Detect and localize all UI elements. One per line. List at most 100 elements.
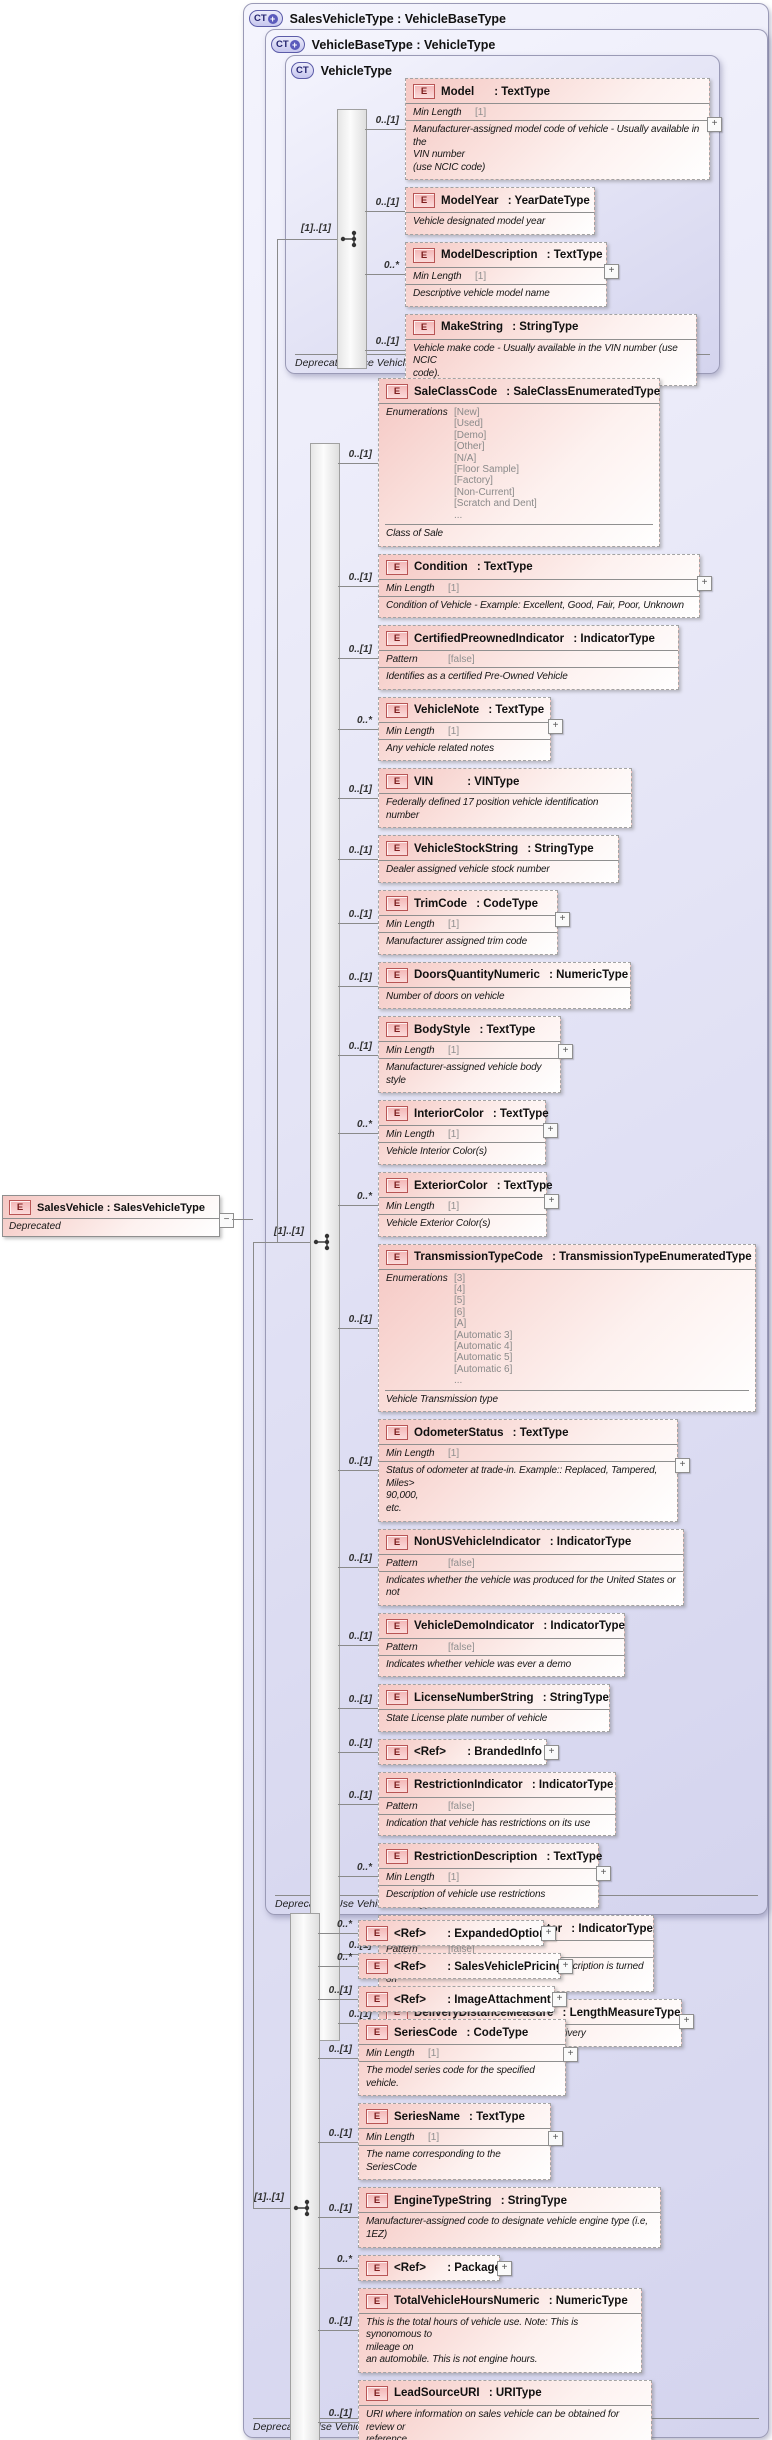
element-icon: E: [366, 2025, 388, 2040]
element-description: Indicates whether vehicle was ever a dem…: [379, 1654, 624, 1677]
element-box[interactable]: E VehicleStockString : StringType Dealer…: [378, 835, 619, 884]
element-box[interactable]: E DoorsQuantityNumeric : NumericType Num…: [378, 961, 631, 1010]
element-name: CertifiedPreownedIndicator: [414, 632, 565, 645]
expand-icon[interactable]: +: [707, 117, 722, 133]
expand-icon[interactable]: +: [675, 1458, 690, 1474]
element-box[interactable]: E LicenseNumberString : StringType State…: [378, 1684, 610, 1732]
facet-label: Min Length: [386, 1129, 435, 1141]
sequence-group-vehicle-base-type: [1]..[1] 0..[1] E SaleClassCode : SaleCl…: [274, 378, 768, 2054]
element-box[interactable]: E ModelYear : YearDateType Vehicle desig…: [405, 187, 595, 235]
expand-icon[interactable]: +: [544, 1744, 559, 1760]
expand-icon[interactable]: +: [558, 1959, 573, 1974]
element-box[interactable]: E VehicleNote : TextType Min Length [1] …: [378, 696, 563, 762]
expand-icon[interactable]: +: [544, 1194, 559, 1210]
expand-icon[interactable]: +: [596, 1865, 611, 1881]
element-box[interactable]: E VIN : VINType Federally defined 17 pos…: [378, 768, 632, 829]
element-box[interactable]: E SaleClassCode : SaleClassEnumeratedTyp…: [378, 378, 660, 547]
sequence-icon[interactable]: [339, 229, 363, 249]
element-header: E CertifiedPreownedIndicator : Indicator…: [379, 626, 678, 650]
element-box[interactable]: E Model : TextType Min Length [1] Manufa…: [405, 78, 722, 181]
element-icon: E: [413, 193, 435, 209]
element-name: DoorsQuantityNumeric: [414, 969, 540, 982]
element-header: E <Ref> : Package: [359, 2256, 501, 2280]
element-box[interactable]: E EngineTypeString : StringType Manufact…: [358, 2187, 661, 2248]
complex-type-icon: CT +: [249, 10, 283, 27]
element-box[interactable]: E NonUSVehicleIndicator : IndicatorType …: [378, 1528, 684, 1606]
element-box[interactable]: E <Ref> : SalesVehiclePricing +: [358, 1953, 573, 1979]
complex-type-header[interactable]: CT VehicleType: [286, 56, 719, 79]
expand-icon[interactable]: +: [558, 1044, 573, 1060]
element-box[interactable]: E TotalVehicleHoursNumeric : NumericType…: [358, 2287, 642, 2373]
expand-icon[interactable]: +: [563, 2046, 578, 2062]
element-box[interactable]: E VehicleDemoIndicator : IndicatorType P…: [378, 1612, 625, 1678]
element-header: E <Ref> : BrandedInfo: [379, 1740, 546, 1764]
element-box[interactable]: E RestrictionDescription : TextType Min …: [378, 1843, 611, 1909]
element-row: 0..[1] E SeriesName : TextType Min Lengt…: [318, 2103, 748, 2181]
element-box[interactable]: E Condition : TextType Min Length [1] Co…: [378, 553, 712, 619]
element-row: 0..[1] E Condition : TextType Min Length…: [338, 553, 768, 619]
cardinality-label: 0..[1]: [348, 784, 372, 796]
facet-label: Min Length: [386, 1872, 435, 1884]
collapse-icon[interactable]: −: [219, 1213, 234, 1228]
sequence-icon[interactable]: [312, 1232, 336, 1252]
cardinality-label: 0..[1]: [375, 197, 399, 209]
element-header: E VehicleNote : TextType: [379, 698, 550, 722]
derived-plus-icon: +: [267, 13, 278, 24]
element-box[interactable]: E RestrictionIndicator : IndicatorType P…: [378, 1771, 616, 1837]
element-row: 0..[1] E DoorsQuantityNumeric : NumericT…: [338, 961, 768, 1010]
element-box[interactable]: E OdometerStatus : TextType Min Length […: [378, 1419, 690, 1522]
element-name: EngineTypeString: [394, 2194, 492, 2207]
element-box[interactable]: E <Ref> : BrandedInfo +: [378, 1738, 559, 1765]
cardinality-label: 0..*: [356, 715, 372, 727]
expand-icon[interactable]: +: [543, 1122, 558, 1138]
facet-label: Min Length: [386, 919, 435, 931]
expand-icon[interactable]: +: [697, 575, 712, 591]
complex-type-header[interactable]: CT + SalesVehicleType : VehicleBaseType: [244, 4, 768, 27]
facet-row: Min Length [1]: [379, 1197, 546, 1214]
element-box[interactable]: E SeriesName : TextType Min Length [1] T…: [358, 2103, 563, 2181]
element-row: 0..[1] E RestrictionIndicator : Indicato…: [338, 1771, 768, 1837]
expand-icon[interactable]: +: [604, 264, 619, 280]
expand-icon[interactable]: +: [497, 2260, 512, 2276]
element-box[interactable]: E CertifiedPreownedIndicator : Indicator…: [378, 625, 679, 690]
element-box[interactable]: E ModelDescription : TextType Min Length…: [405, 241, 619, 307]
element-box[interactable]: E TrimCode : CodeType Min Length [1] Man…: [378, 890, 570, 955]
expand-icon[interactable]: +: [555, 912, 570, 928]
element-box[interactable]: E TransmissionTypeCode : TransmissionTyp…: [378, 1243, 756, 1413]
element-row: 0..* E ModelDescription : TextType Min L…: [365, 241, 772, 307]
element-box[interactable]: E InteriorColor : TextType Min Length [1…: [378, 1100, 558, 1166]
expand-icon[interactable]: +: [541, 1926, 556, 1941]
connector-stub: [318, 2330, 358, 2332]
facet-value: [1]: [448, 582, 460, 594]
element-row: 0..[1] E Model : TextType Min Length [1]…: [365, 78, 772, 181]
element-description: State License plate number of vehicle: [379, 1709, 609, 1731]
element-box[interactable]: E <Ref> : ExpandedOption +: [358, 1920, 556, 1946]
expand-icon[interactable]: +: [552, 1992, 567, 2007]
element-box[interactable]: E LeadSourceURI : URIType URI where info…: [358, 2379, 652, 2440]
facet-value: [1]: [448, 1448, 460, 1460]
root-element-sales-vehicle[interactable]: E SalesVehicle : SalesVehicleType Deprec…: [2, 1195, 220, 1237]
connector-stub: [338, 462, 378, 464]
facet-value: [1]: [448, 1872, 460, 1884]
sequence-cardinality: [1]..[1]: [274, 1225, 304, 1237]
connector-line: [277, 238, 278, 1242]
facet-value: [1]: [448, 725, 460, 737]
element-description: Vehicle Interior Color(s): [379, 1142, 545, 1164]
element-header: E <Ref> : ImageAttachment: [359, 1987, 554, 2011]
element-description: This is the total hours of vehicle use. …: [359, 2312, 641, 2372]
complex-type-header[interactable]: CT + VehicleBaseType : VehicleType: [266, 30, 767, 53]
element-name: MakeString: [441, 321, 503, 334]
expand-icon[interactable]: +: [548, 718, 563, 734]
element-box[interactable]: E <Ref> : ImageAttachment +: [358, 1986, 567, 2012]
cardinality-label: 0..[1]: [328, 2408, 352, 2420]
element-box[interactable]: E MakeString : StringType Vehicle make c…: [405, 313, 697, 387]
element-box[interactable]: E ExteriorColor : TextType Min Length [1…: [378, 1172, 559, 1237]
element-type: : CodeType: [473, 897, 539, 910]
element-description: Manufacturer assigned trim code: [379, 932, 557, 954]
element-box[interactable]: E SeriesCode : CodeType Min Length [1] T…: [358, 2019, 578, 2097]
element-icon: E: [386, 631, 408, 647]
element-box[interactable]: E BodyStyle : TextType Min Length [1] Ma…: [378, 1016, 573, 1094]
expand-icon[interactable]: +: [548, 2131, 563, 2147]
element-row: 0..* E InteriorColor : TextType Min Leng…: [338, 1100, 768, 1166]
element-box[interactable]: E <Ref> : Package +: [358, 2254, 512, 2281]
